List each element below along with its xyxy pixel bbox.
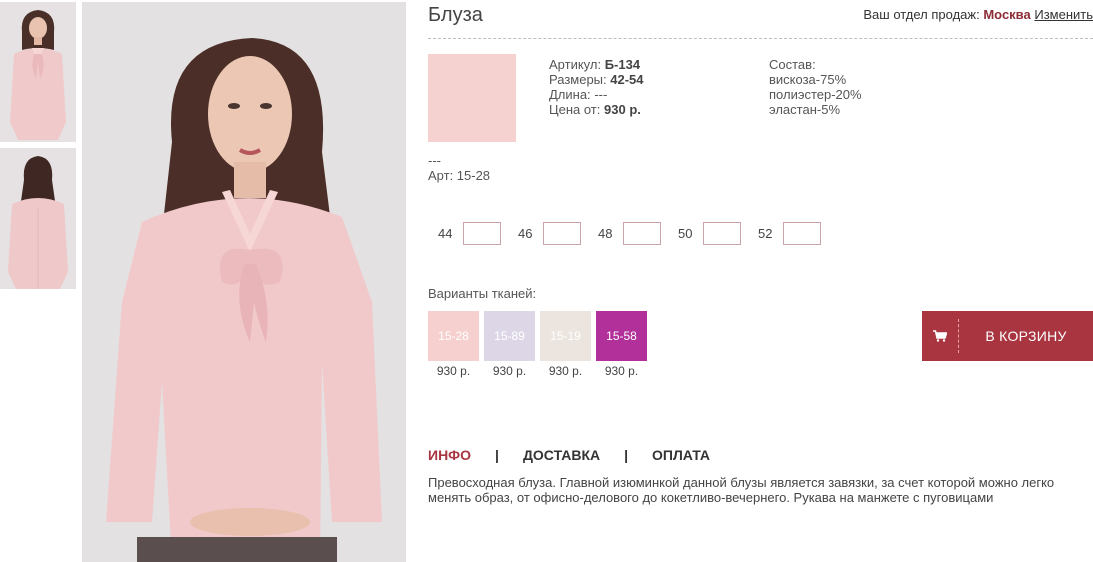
size-item-52: 52 — [758, 222, 821, 245]
sales-department: Ваш отдел продаж: Москва Изменить — [863, 7, 1093, 22]
spec-article: Артикул: Б-134 — [549, 57, 641, 72]
composition-item: вискоза-75% — [769, 72, 847, 87]
shopping-cart-icon — [922, 311, 958, 361]
model-in-blouse-image — [82, 2, 406, 562]
fabric-swatch[interactable]: 15-58 — [596, 311, 647, 361]
thumbnail-back[interactable] — [0, 148, 76, 289]
tab-separator: | — [624, 447, 629, 463]
color-article-dash: --- — [428, 153, 441, 168]
size-44-quantity-input[interactable] — [463, 222, 501, 245]
size-item-50: 50 — [678, 222, 741, 245]
size-item-44: 44 — [438, 222, 501, 245]
size-item-48: 48 — [598, 222, 661, 245]
composition-label: Состав: — [769, 57, 816, 72]
product-composition: Состав: вискоза-75% полиэстер-20% эласта… — [769, 57, 862, 117]
tab-separator: | — [495, 447, 499, 463]
fabric-variant[interactable]: 15-19 930 р. — [540, 311, 591, 378]
composition-item: полиэстер-20% — [769, 87, 862, 102]
size-52-quantity-input[interactable] — [783, 222, 821, 245]
size-label: 46 — [518, 226, 533, 241]
color-article-block: --- Арт: 15-28 — [428, 153, 490, 183]
spec-price: Цена от: 930 р. — [549, 102, 641, 117]
fabric-price: 930 р. — [436, 364, 471, 378]
add-to-cart-label: В КОРЗИНУ — [985, 328, 1067, 344]
fabric-variant[interactable]: 15-58 930 р. — [596, 311, 647, 378]
blouse-front-thumbnail-image — [0, 2, 76, 142]
spec-sizes: Размеры: 42-54 — [549, 72, 644, 87]
spec-length: Длина: --- — [549, 87, 608, 102]
fabric-swatch[interactable]: 15-19 — [540, 311, 591, 361]
blouse-back-thumbnail-image — [0, 148, 76, 289]
fabric-variant[interactable]: 15-28 930 р. — [428, 311, 479, 378]
color-article-code: Арт: 15-28 — [428, 168, 491, 183]
sales-department-city: Москва — [983, 7, 1031, 22]
composition-item: эластан-5% — [769, 102, 840, 117]
size-quantity-row: 44 46 48 50 52 — [438, 222, 838, 245]
fabric-variant[interactable]: 15-89 930 р. — [484, 311, 535, 378]
fabric-price: 930 р. — [548, 364, 583, 378]
size-46-quantity-input[interactable] — [543, 222, 581, 245]
add-to-cart-button[interactable]: В КОРЗИНУ — [922, 311, 1093, 361]
main-product-photo[interactable] — [82, 2, 406, 562]
size-label: 44 — [438, 226, 453, 241]
selected-color-swatch — [428, 54, 516, 142]
size-label: 50 — [678, 226, 693, 241]
size-label: 48 — [598, 226, 613, 241]
info-tabs: ИНФО | ДОСТАВКА | ОПЛАТА — [428, 447, 710, 463]
tab-delivery[interactable]: ДОСТАВКА — [523, 447, 600, 463]
fabric-swatch[interactable]: 15-89 — [484, 311, 535, 361]
size-50-quantity-input[interactable] — [703, 222, 741, 245]
size-item-46: 46 — [518, 222, 581, 245]
fabric-variants-label: Варианты тканей: — [428, 286, 537, 301]
fabric-price: 930 р. — [604, 364, 639, 378]
sales-department-label: Ваш отдел продаж: — [863, 7, 980, 22]
change-region-link[interactable]: Изменить — [1034, 7, 1093, 22]
thumbnail-front[interactable] — [0, 2, 76, 142]
product-title: Блуза — [428, 4, 483, 26]
product-specs: Артикул: Б-134 Размеры: 42-54 Длина: ---… — [549, 57, 644, 117]
tab-payment[interactable]: ОПЛАТА — [652, 447, 710, 463]
fabric-price: 930 р. — [492, 364, 527, 378]
size-48-quantity-input[interactable] — [623, 222, 661, 245]
size-label: 52 — [758, 226, 773, 241]
product-description: Превосходная блуза. Главной изюминкой да… — [428, 475, 1055, 505]
fabric-swatch[interactable]: 15-28 — [428, 311, 479, 361]
header-divider — [428, 38, 1093, 39]
tab-info[interactable]: ИНФО — [428, 447, 471, 463]
